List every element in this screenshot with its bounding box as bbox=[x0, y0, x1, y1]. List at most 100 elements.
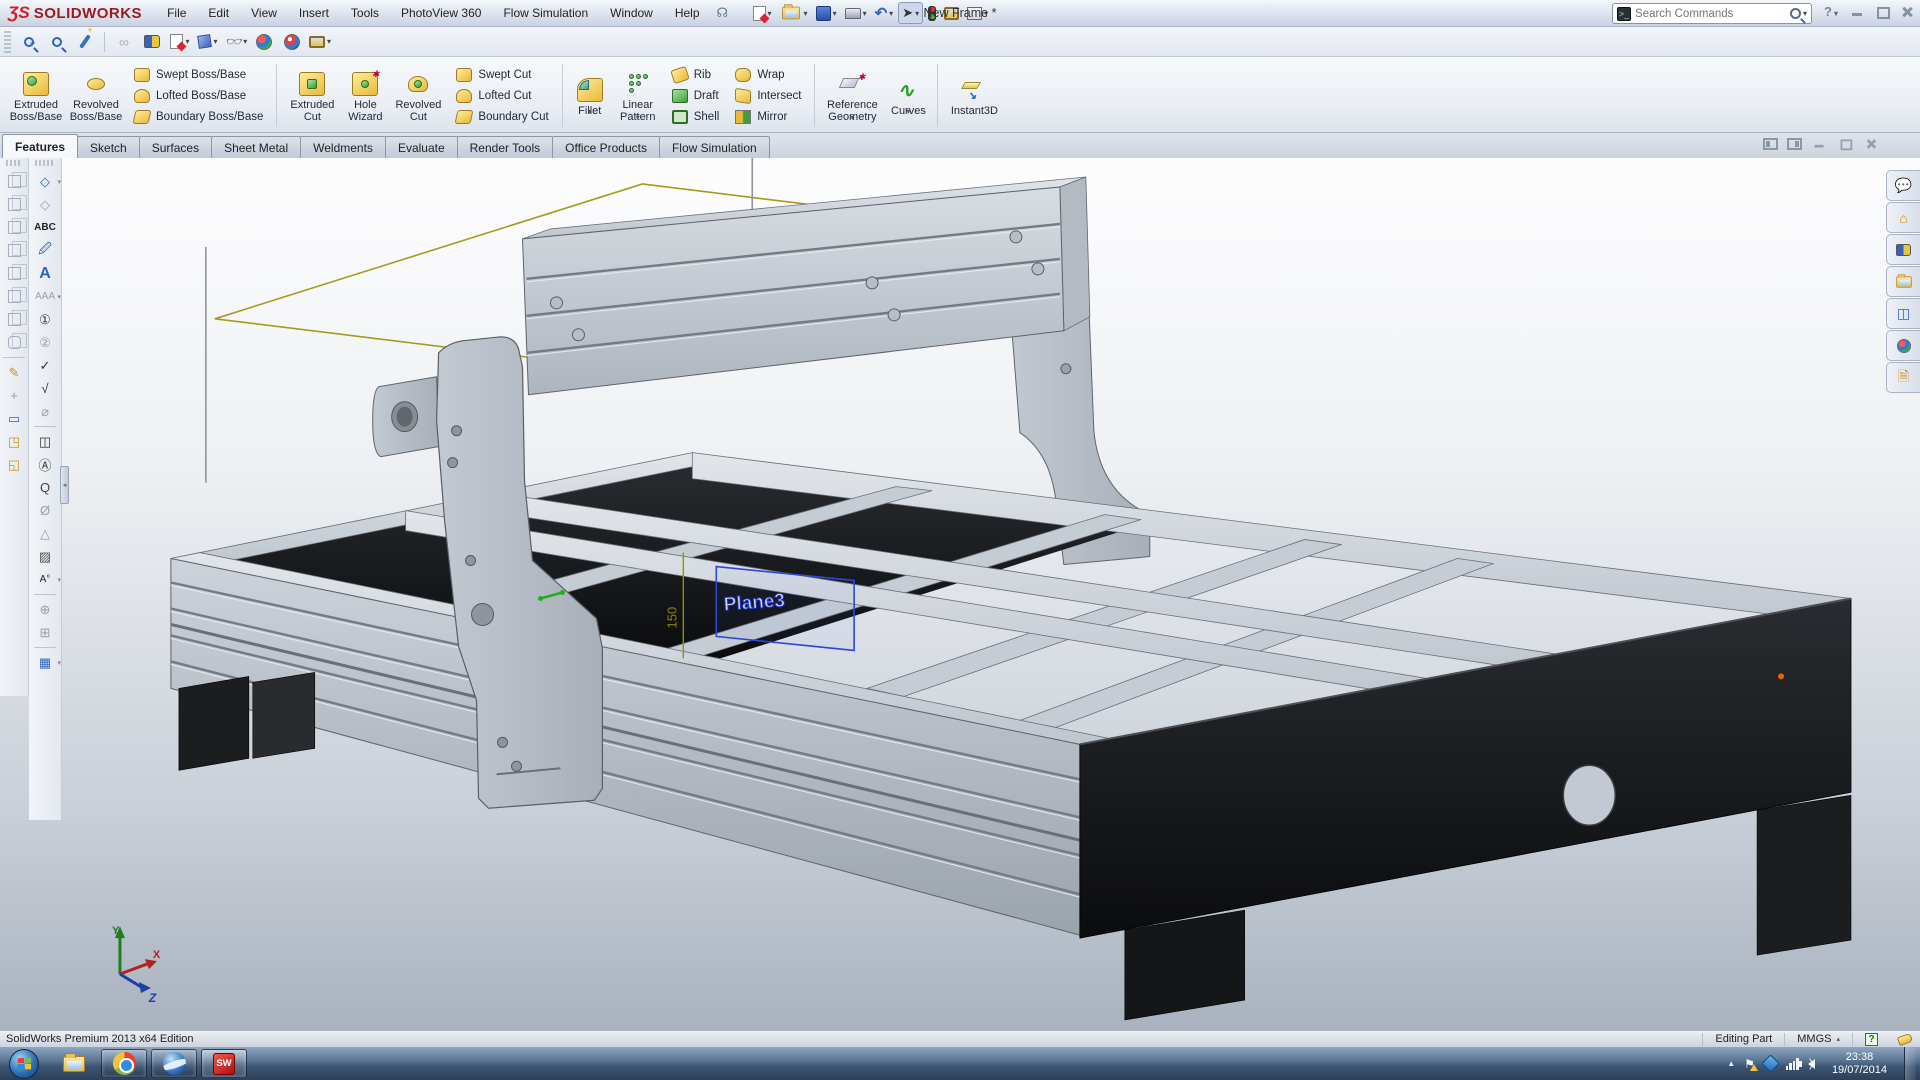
tab-features[interactable]: Features bbox=[2, 134, 78, 158]
close-button[interactable] bbox=[1899, 4, 1916, 19]
top-view-icon[interactable] bbox=[2, 262, 26, 285]
search-icon[interactable] bbox=[1790, 8, 1801, 19]
search-dropdown-caret[interactable]: ▾ bbox=[1803, 9, 1807, 18]
hole-wizard-button[interactable]: ✱ Hole Wizard bbox=[342, 68, 388, 123]
render-button[interactable] bbox=[280, 30, 304, 54]
apply-scene-button[interactable] bbox=[252, 30, 276, 54]
menu-window[interactable]: Window bbox=[599, 2, 664, 24]
link-views-button[interactable]: ∞ bbox=[112, 30, 136, 54]
revolved-boss-base-button[interactable]: Revolved Boss/Base bbox=[66, 68, 126, 123]
appearance-book-button[interactable] bbox=[140, 30, 164, 54]
doc-close-button[interactable] bbox=[1864, 137, 1879, 151]
lofted-boss-base-button[interactable]: Lofted Boss/Base bbox=[130, 86, 267, 105]
taskbar-explorer-button[interactable] bbox=[51, 1049, 97, 1078]
boundary-boss-base-button[interactable]: Boundary Boss/Base bbox=[130, 107, 267, 126]
spell-checker-icon[interactable]: ABC bbox=[33, 216, 57, 239]
linear-pattern-dropdown-caret[interactable]: ▾ bbox=[636, 113, 640, 122]
note-icon[interactable]: A bbox=[33, 262, 57, 285]
view-indicator-icon[interactable]: ◫ bbox=[33, 430, 57, 453]
tab-weldments[interactable]: Weldments bbox=[300, 136, 386, 158]
tab-sheet-metal[interactable]: Sheet Metal bbox=[211, 136, 301, 158]
reference-geometry-dropdown-caret[interactable]: ▾ bbox=[850, 113, 854, 122]
custom-properties-tab[interactable]: 🗎 bbox=[1886, 362, 1920, 393]
menu-flow-simulation[interactable]: Flow Simulation bbox=[492, 2, 599, 24]
view-palette-tab[interactable]: ◫ bbox=[1886, 298, 1920, 329]
view-settings-button[interactable]: ▾ bbox=[308, 30, 332, 54]
rebuild-button[interactable] bbox=[925, 4, 939, 23]
surface-finish-icon[interactable]: √ bbox=[33, 377, 57, 400]
reference-geometry-button[interactable]: ✱ Reference Geometry ▾ bbox=[820, 68, 884, 123]
tab-flow-simulation[interactable]: Flow Simulation bbox=[659, 136, 770, 158]
toolbar-grip[interactable] bbox=[4, 31, 11, 53]
toolbar-grip[interactable] bbox=[35, 160, 55, 166]
convert-entities-icon[interactable]: ▭ bbox=[2, 407, 26, 430]
forum-tab[interactable]: 💬 bbox=[1886, 170, 1920, 201]
model-viewport[interactable]: Plane3 150 Y X Z bbox=[0, 158, 1920, 1030]
file-properties-button[interactable] bbox=[941, 5, 962, 22]
toolbar-grip[interactable] bbox=[6, 160, 22, 166]
volume-icon[interactable] bbox=[1808, 1059, 1815, 1069]
taskbar-solidworks-button[interactable]: SW bbox=[201, 1049, 247, 1078]
centerline-icon[interactable]: ⊞ bbox=[33, 621, 57, 644]
center-mark-icon[interactable]: ⊕ bbox=[33, 598, 57, 621]
revolved-cut-button[interactable]: Revolved Cut bbox=[388, 68, 448, 123]
format-painter-icon[interactable]: 🖉 bbox=[33, 239, 57, 262]
help-button[interactable]: ?▾ bbox=[1824, 4, 1841, 19]
minimize-button[interactable] bbox=[1849, 4, 1866, 19]
resources-tab[interactable]: ⌂ bbox=[1886, 202, 1920, 233]
split-pane-left-icon[interactable] bbox=[1763, 138, 1778, 150]
tab-evaluate[interactable]: Evaluate bbox=[385, 136, 458, 158]
search-input[interactable] bbox=[1635, 8, 1790, 20]
tab-render-tools[interactable]: Render Tools bbox=[457, 136, 554, 158]
linear-note-pattern-icon[interactable]: AAA▾ bbox=[33, 285, 57, 308]
menu-tools[interactable]: Tools bbox=[340, 2, 390, 24]
taskbar-clock[interactable]: 23:38 19/07/2014 bbox=[1824, 1051, 1895, 1077]
menu-file[interactable]: File bbox=[156, 2, 197, 24]
curves-dropdown-caret[interactable]: ▾ bbox=[906, 107, 910, 116]
extruded-boss-shortcut-icon[interactable]: ◳ bbox=[2, 430, 26, 453]
show-desktop-button[interactable] bbox=[1904, 1047, 1916, 1080]
left-view-icon[interactable] bbox=[2, 216, 26, 239]
design-library-tab[interactable] bbox=[1886, 234, 1920, 265]
right-view-icon[interactable] bbox=[2, 239, 26, 262]
zoom-to-area-button[interactable] bbox=[73, 30, 97, 54]
action-center-flag-icon[interactable]: ⚑ bbox=[1744, 1057, 1755, 1071]
angle-dimension-icon[interactable]: A°▾ bbox=[33, 568, 57, 591]
isometric-view-icon[interactable] bbox=[2, 308, 26, 331]
split-pane-right-icon[interactable] bbox=[1787, 138, 1802, 150]
open-button[interactable]: ▾ bbox=[777, 3, 811, 23]
lofted-cut-button[interactable]: Lofted Cut bbox=[452, 86, 552, 105]
swept-boss-base-button[interactable]: Swept Boss/Base bbox=[130, 65, 267, 84]
balloon-icon[interactable]: ① bbox=[33, 308, 57, 331]
rib-button[interactable]: Rib bbox=[668, 65, 724, 84]
extruded-cut-button[interactable]: Extruded Cut bbox=[282, 68, 342, 123]
menu-photoview-360[interactable]: PhotoView 360 bbox=[390, 2, 493, 24]
doc-restore-button[interactable] bbox=[1838, 137, 1853, 151]
menu-pin-icon[interactable]: ☊ bbox=[717, 5, 733, 21]
intersect-button[interactable]: Intersect bbox=[731, 86, 805, 105]
shell-button[interactable]: Shell bbox=[668, 107, 724, 126]
dropbox-icon[interactable] bbox=[1761, 1054, 1779, 1072]
doc-minimize-button[interactable] bbox=[1812, 137, 1827, 151]
quick-tips-toggle[interactable]: ? bbox=[1852, 1033, 1890, 1046]
dimension-150-label[interactable]: 150 bbox=[664, 607, 679, 629]
tag-icon[interactable] bbox=[1897, 1032, 1913, 1045]
revision-symbol-icon[interactable]: △ bbox=[33, 522, 57, 545]
fillet-button[interactable]: Fillet ▾ bbox=[568, 74, 612, 117]
new-document-button[interactable]: ▾ bbox=[750, 4, 775, 23]
draft-button[interactable]: Draft bbox=[668, 86, 724, 105]
file-explorer-tab[interactable] bbox=[1886, 266, 1920, 297]
weld-symbol-icon[interactable]: ✓ bbox=[33, 354, 57, 377]
model-items-icon[interactable]: ◇ bbox=[33, 193, 57, 216]
zoom-to-fit-button[interactable] bbox=[45, 30, 69, 54]
menu-view[interactable]: View bbox=[240, 2, 288, 24]
swept-cut-button[interactable]: Swept Cut bbox=[452, 65, 552, 84]
tab-sketch[interactable]: Sketch bbox=[77, 136, 140, 158]
smart-dimension-icon[interactable]: ◇▾ bbox=[33, 170, 57, 193]
add-sketch-icon[interactable]: + bbox=[2, 384, 26, 407]
shaded-view-icon[interactable] bbox=[2, 331, 26, 354]
menu-insert[interactable]: Insert bbox=[288, 2, 340, 24]
edit-appearance-button[interactable]: ▾ bbox=[168, 30, 192, 54]
bottom-view-icon[interactable] bbox=[2, 285, 26, 308]
model-3d[interactable] bbox=[171, 177, 1851, 1020]
